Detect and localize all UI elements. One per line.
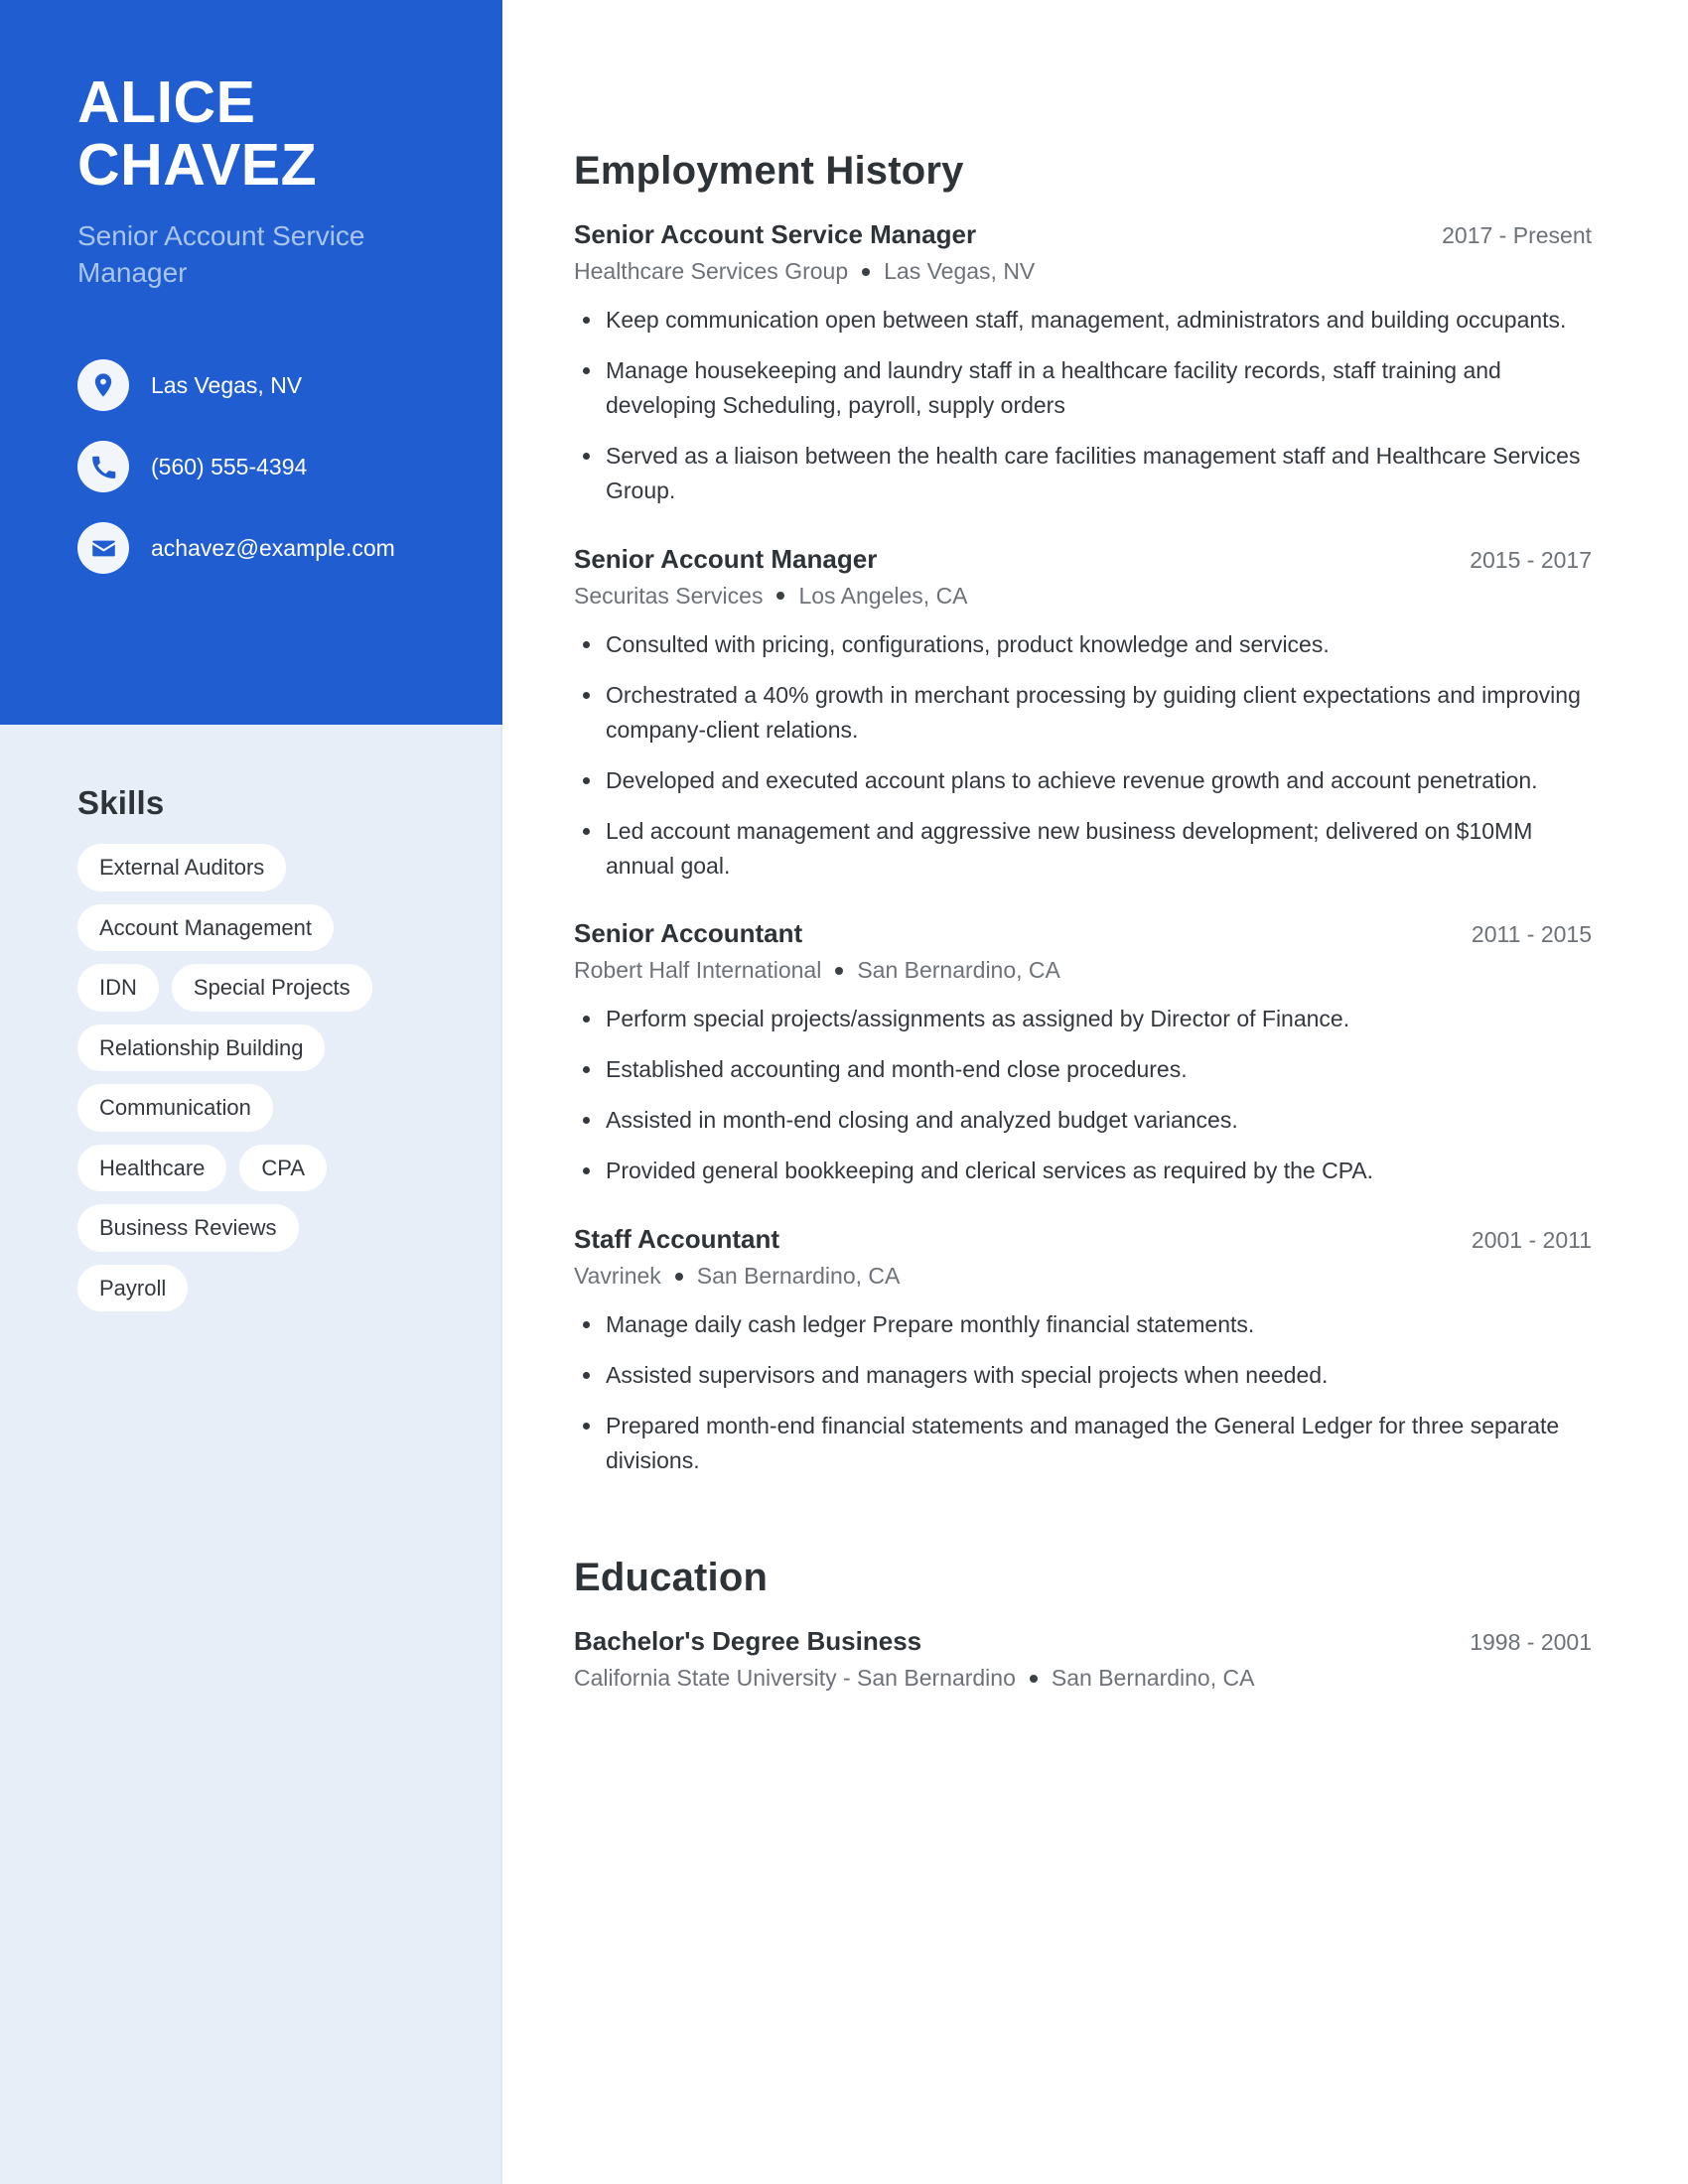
employment-entry: Staff Accountant 2001 - 2011 Vavrinek San B…	[574, 1224, 1592, 1478]
skills-section: Skills External Auditors Account Manageme…	[77, 784, 455, 1311]
entry-bullet: Prepared month-end financial statements …	[574, 1409, 1592, 1478]
sidebar-header: ALICE CHAVEZ Senior Account Service Mana…	[0, 0, 502, 725]
entry-title: Senior Account Service Manager	[574, 219, 977, 249]
entry-bullet: Provided general bookkeeping and clerica…	[574, 1154, 1592, 1188]
entry-header: Staff Accountant 2001 - 2011	[574, 1224, 1592, 1255]
sidebar: ALICE CHAVEZ Senior Account Service Mana…	[0, 0, 502, 2184]
entry-bullet-list: Consulted with pricing, configurations, …	[574, 627, 1592, 884]
contact-phone-value: (560) 555-4394	[151, 453, 308, 479]
entry-dates: 2017 - Present	[1442, 222, 1592, 248]
contact-email-value: achavez@example.com	[151, 534, 395, 561]
employment-history-title: Employment History	[574, 149, 964, 193]
entry-header: Senior Account Manager 2015 - 2017	[574, 544, 1592, 575]
education-entry: Bachelor's Degree Business 1998 - 2001 Cal…	[574, 1626, 1592, 1692]
separator-dot-icon	[776, 592, 785, 601]
entry-bullet: Perform special projects/assignments as …	[574, 1002, 1592, 1036]
skill-pill: Account Management	[77, 903, 335, 951]
education-section: Education Bachelor's Degree Business 1998…	[574, 1556, 1592, 1692]
entry-location: San Bernardino, CA	[1051, 1665, 1255, 1692]
main-content: Employment History Senior Account Servic…	[574, 0, 1592, 1702]
entry-bullet: Developed and executed account plans to …	[574, 763, 1592, 798]
entry-organization: California State University - San Bernar…	[574, 1665, 1016, 1692]
last-name: CHAVEZ	[77, 132, 318, 199]
entry-subheader: California State University - San Bernar…	[574, 1665, 1592, 1692]
entry-bullet: Orchestrated a 40% growth in merchant pr…	[574, 678, 1592, 748]
separator-dot-icon	[835, 966, 844, 975]
entry-organization: Robert Half International	[574, 957, 822, 984]
entry-bullet: Manage daily cash ledger Prepare monthly…	[574, 1307, 1592, 1342]
entry-bullet-list: Keep communication open between staff, m…	[574, 303, 1592, 508]
education-entry-list: Bachelor's Degree Business 1998 - 2001 Cal…	[574, 1626, 1592, 1692]
entry-title: Senior Accountant	[574, 918, 803, 949]
skill-pill: Healthcare	[77, 1144, 227, 1191]
employment-entry-list: Senior Account Service Manager 2017 - Pre…	[574, 219, 1592, 1478]
contact-item-phone[interactable]: (560) 555-4394	[77, 441, 443, 493]
entry-location: San Bernardino, CA	[857, 957, 1060, 984]
entry-subheader: Vavrinek San Bernardino, CA	[574, 1263, 1592, 1290]
entry-bullet-list: Perform special projects/assignments as …	[574, 1002, 1592, 1188]
entry-spacer	[574, 1204, 1592, 1224]
entry-subheader: Healthcare Services Group Las Vegas, NV	[574, 258, 1592, 285]
entry-dates: 1998 - 2001	[1470, 1629, 1592, 1656]
entry-location: Las Vegas, NV	[884, 258, 1036, 284]
entry-bullet: Consulted with pricing, configurations, …	[574, 627, 1592, 662]
entry-header: Bachelor's Degree Business 1998 - 2001	[574, 1626, 1592, 1657]
skill-pill: External Auditors	[77, 844, 287, 891]
contact-list: Las Vegas, NV (560) 555-4394 achavez@exa…	[77, 359, 443, 575]
entry-bullet: Manage housekeeping and laundry staff in…	[574, 353, 1592, 423]
entry-spacer	[574, 524, 1592, 544]
skill-pill: Communication	[77, 1084, 273, 1132]
entry-dates: 2015 - 2017	[1470, 546, 1592, 573]
entry-organization: Securitas Services	[574, 582, 764, 609]
skill-pill: IDN	[77, 964, 159, 1012]
entry-bullet-list: Manage daily cash ledger Prepare monthly…	[574, 1307, 1592, 1478]
entry-bullet: Served as a liaison between the health c…	[574, 439, 1592, 508]
entry-dates: 2001 - 2011	[1471, 1227, 1592, 1254]
skills-list: External Auditors Account Management IDN Sp…	[77, 844, 405, 1311]
entry-location: San Bernardino, CA	[696, 1263, 901, 1290]
entry-location: Los Angeles, CA	[798, 582, 968, 609]
entry-title: Bachelor's Degree Business	[574, 1626, 922, 1657]
skill-pill: Relationship Building	[77, 1024, 326, 1071]
separator-dot-icon	[862, 267, 871, 276]
skill-pill: CPA	[239, 1144, 327, 1191]
entry-bullet: Established accounting and month-end clo…	[574, 1052, 1592, 1087]
email-icon	[77, 522, 129, 575]
separator-dot-icon	[1029, 1674, 1038, 1683]
skills-title: Skills	[77, 784, 165, 821]
entry-spacer	[574, 898, 1592, 918]
phone-icon	[77, 441, 129, 493]
employment-history-section: Employment History Senior Account Servic…	[574, 149, 1592, 1478]
employment-entry: Senior Account Manager 2015 - 2017 Securit…	[574, 544, 1592, 884]
entry-bullet: Led account management and aggressive ne…	[574, 814, 1592, 884]
entry-title: Senior Account Manager	[574, 543, 878, 574]
skill-pill: Business Reviews	[77, 1204, 299, 1252]
contact-item-email[interactable]: achavez@example.com	[77, 522, 443, 575]
entry-header: Senior Account Service Manager 2017 - Pre…	[574, 219, 1592, 250]
contact-item-location[interactable]: Las Vegas, NV	[77, 359, 443, 412]
candidate-job-title: Senior Account Service Manager	[77, 220, 365, 289]
entry-organization: Healthcare Services Group	[574, 258, 849, 284]
candidate-name: ALICE CHAVEZ	[77, 69, 443, 199]
entry-dates: 2011 - 2015	[1471, 921, 1592, 948]
entry-header: Senior Accountant 2011 - 2015	[574, 918, 1592, 949]
resume-page: ALICE CHAVEZ Senior Account Service Mana…	[0, 0, 1688, 2184]
first-name: ALICE	[77, 69, 256, 135]
entry-bullet: Keep communication open between staff, m…	[574, 303, 1592, 338]
entry-organization: Vavrinek	[574, 1263, 661, 1290]
skill-pill: Special Projects	[171, 964, 372, 1012]
skill-pill: Payroll	[77, 1264, 189, 1311]
education-title: Education	[574, 1556, 769, 1600]
entry-bullet: Assisted in month-end closing and analyz…	[574, 1103, 1592, 1138]
separator-dot-icon	[674, 1272, 683, 1281]
location-pin-icon	[77, 359, 129, 412]
entry-bullet: Assisted supervisors and managers with s…	[574, 1358, 1592, 1393]
entry-title: Staff Accountant	[574, 1224, 780, 1255]
entry-subheader: Robert Half International San Bernardino,…	[574, 957, 1592, 984]
entry-subheader: Securitas Services Los Angeles, CA	[574, 583, 1592, 610]
contact-location-value: Las Vegas, NV	[151, 371, 303, 398]
employment-entry: Senior Accountant 2011 - 2015 Robert Half …	[574, 918, 1592, 1188]
employment-entry: Senior Account Service Manager 2017 - Pre…	[574, 219, 1592, 508]
